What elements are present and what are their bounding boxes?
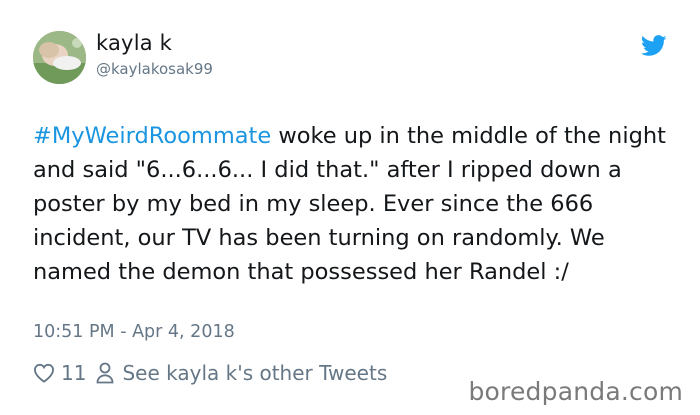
avatar[interactable]	[33, 31, 86, 84]
tweet-text: #MyWeirdRoommate woke up in the middle o…	[33, 119, 683, 289]
other-tweets-link[interactable]: See kayla k's other Tweets	[122, 361, 387, 385]
hashtag-link[interactable]: #MyWeirdRoommate	[33, 123, 271, 149]
user-handle[interactable]: @kaylakosak99	[96, 60, 213, 78]
watermark: boredpanda.com	[468, 377, 683, 406]
display-name[interactable]: kayla k	[96, 31, 172, 55]
heart-icon[interactable]	[33, 363, 55, 383]
tweet-timestamp[interactable]: 10:51 PM - Apr 4, 2018	[33, 322, 235, 342]
like-count: 11	[61, 361, 87, 385]
tweet-actions: 11 See kayla k's other Tweets	[33, 359, 387, 387]
person-icon	[97, 362, 114, 384]
tweet-card: kayla k @kaylakosak99 #MyWeirdRoommate w…	[0, 0, 700, 415]
twitter-bird-icon[interactable]	[641, 35, 667, 57]
avatar-image	[33, 31, 86, 84]
